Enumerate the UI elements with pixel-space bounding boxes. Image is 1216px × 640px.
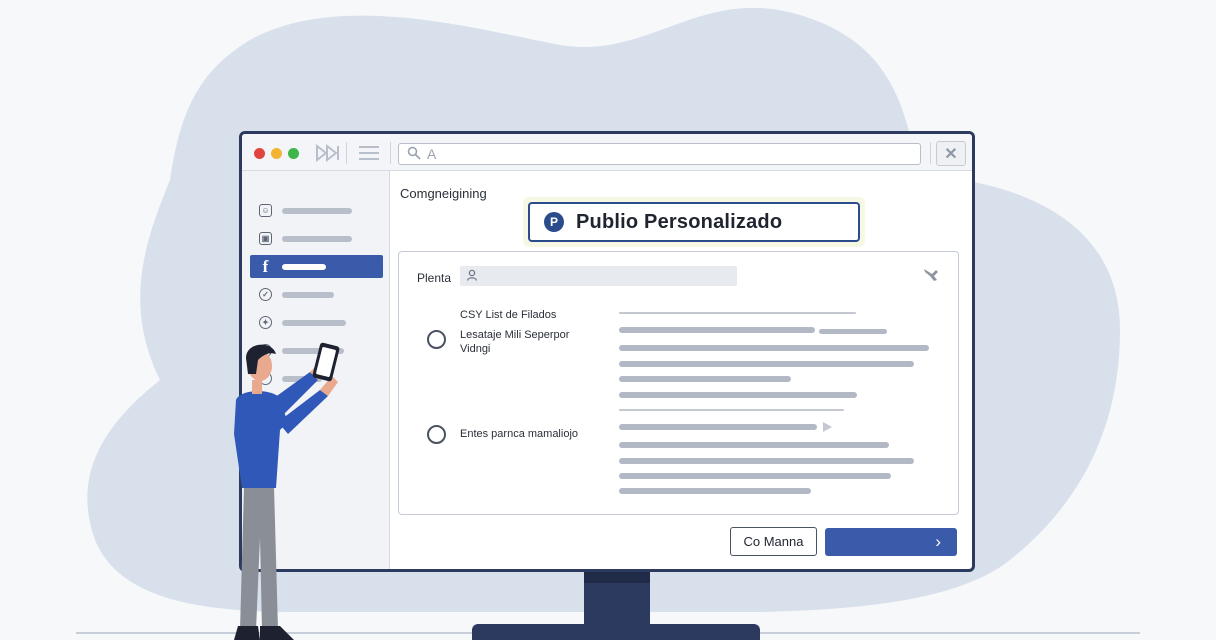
check-icon: ✓ xyxy=(259,288,272,301)
audience-input[interactable] xyxy=(460,266,737,286)
camera-icon: ▣ xyxy=(259,232,272,245)
page-title: Comgneigining xyxy=(400,186,487,201)
toolbar-divider xyxy=(390,142,391,164)
sidebar-item-label xyxy=(282,207,352,214)
browser-toolbar: A ✕ xyxy=(242,134,972,171)
sidebar-item-label xyxy=(282,319,346,326)
placeholder-line xyxy=(619,409,844,411)
placeholder-line xyxy=(619,312,856,314)
play-icon xyxy=(823,422,832,432)
monitor-base xyxy=(472,624,760,640)
sidebar-item-label xyxy=(282,263,326,270)
menu-icon[interactable] xyxy=(354,140,384,166)
placeholder-line xyxy=(619,488,811,494)
maximize-window-dot[interactable] xyxy=(288,148,299,159)
close-icon[interactable]: ✕ xyxy=(936,141,966,166)
field-label: Plenta xyxy=(417,271,452,285)
person-with-phone xyxy=(234,342,340,640)
sidebar-item-label xyxy=(282,291,334,298)
option-label-2: Entes parnca mamaliojo xyxy=(460,428,579,440)
facebook-icon: f xyxy=(262,256,269,276)
next-button[interactable]: › xyxy=(825,528,957,556)
search-input[interactable]: A xyxy=(398,143,921,165)
sidebar-item-5[interactable]: ✦ xyxy=(250,311,383,334)
monitor-neck-shadow xyxy=(584,571,650,583)
sidebar-item-label xyxy=(282,235,352,242)
secondary-button[interactable]: Co Manna xyxy=(730,527,817,556)
placeholder-line xyxy=(619,473,891,479)
smile-icon: ☺ xyxy=(259,204,272,217)
option-radio-1[interactable] xyxy=(427,330,446,349)
monitor: A ✕ ☺ ▣ f ✓ ✦ Comgneigining P Publio Per… xyxy=(239,131,975,572)
toolbar-divider xyxy=(346,142,347,164)
placeholder-line xyxy=(619,361,914,367)
placeholder-line xyxy=(619,442,889,448)
placeholder-line xyxy=(819,329,887,334)
user-icon xyxy=(466,269,478,284)
toolbar-divider xyxy=(930,142,931,164)
option-label-1: Lesataje Mili Seperpor Vidngi xyxy=(460,329,570,355)
options-heading: CSY List de Filados xyxy=(460,309,557,321)
sidebar-item-4[interactable]: ✓ xyxy=(250,283,383,306)
brand-logo-icon: P xyxy=(544,212,564,232)
sidebar-item-facebook[interactable]: f xyxy=(250,255,383,278)
bird-icon: ✦ xyxy=(259,316,272,329)
audience-form-panel: Plenta CSY List de Filados Lesataje Mili… xyxy=(398,251,959,515)
placeholder-line xyxy=(619,376,791,382)
sidebar-item-1[interactable]: ☺ xyxy=(250,199,383,222)
search-placeholder: A xyxy=(427,146,437,162)
browser-window: A ✕ ☺ ▣ f ✓ ✦ Comgneigining P Publio Per… xyxy=(242,134,972,569)
illustration-scene: A ✕ ☺ ▣ f ✓ ✦ Comgneigining P Publio Per… xyxy=(0,0,1216,640)
audience-badge: P Publio Personalizado xyxy=(523,197,865,247)
close-window-dot[interactable] xyxy=(254,148,265,159)
audience-badge-text: Publio Personalizado xyxy=(576,210,783,233)
minimize-window-dot[interactable] xyxy=(271,148,282,159)
audience-badge-box: P Publio Personalizado xyxy=(528,202,860,242)
chevron-right-icon: › xyxy=(935,532,941,551)
option-radio-2[interactable] xyxy=(427,425,446,444)
search-icon xyxy=(407,146,421,163)
placeholder-line xyxy=(619,327,815,333)
sidebar-item-2[interactable]: ▣ xyxy=(250,227,383,250)
forward-icon[interactable] xyxy=(314,140,342,166)
placeholder-line xyxy=(619,458,914,464)
placeholder-line xyxy=(619,345,929,351)
placeholder-line xyxy=(619,424,817,430)
placeholder-line xyxy=(619,392,857,398)
pin-icon[interactable] xyxy=(922,266,940,286)
